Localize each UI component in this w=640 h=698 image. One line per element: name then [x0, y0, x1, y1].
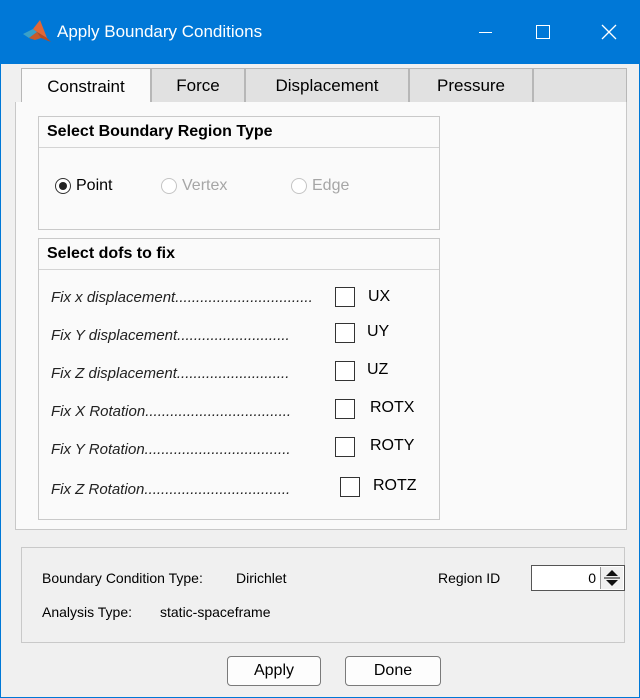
dofs-title: Select dofs to fix	[39, 239, 439, 270]
radio-vertex-indicator	[161, 178, 177, 194]
dof-name-rotz: ROTZ	[373, 477, 417, 494]
dof-name-rotx: ROTX	[370, 399, 415, 416]
dof-row-uz: Fix Z displacement......................…	[51, 361, 431, 385]
tab-constraint[interactable]: Constraint	[21, 68, 151, 104]
bc-type-value: Dirichlet	[236, 570, 287, 586]
done-button[interactable]: Done	[345, 656, 441, 686]
region-id-value: 0	[588, 570, 596, 586]
analysis-type-value: static-spaceframe	[160, 604, 271, 620]
dof-name-uy: UY	[367, 323, 390, 340]
dof-name-roty: ROTY	[370, 437, 415, 454]
radio-edge[interactable]: Edge	[291, 177, 349, 195]
dof-label-rotz: Fix Z Rotation..........................…	[51, 481, 291, 498]
minimize-icon	[478, 31, 492, 33]
radio-edge-indicator	[291, 178, 307, 194]
apply-button[interactable]: Apply	[227, 656, 321, 686]
tab-pressure[interactable]: Pressure	[409, 68, 533, 102]
radio-vertex[interactable]: Vertex	[161, 177, 227, 195]
matlab-logo-icon	[23, 20, 51, 42]
dof-row-rotx: Fix X Rotation..........................…	[51, 399, 431, 423]
region-id-spinner[interactable]: 0	[531, 565, 625, 591]
dof-row-roty: Fix Y Rotation..........................…	[51, 437, 431, 461]
checkbox-uy[interactable]	[335, 323, 355, 343]
dof-name-uz: UZ	[367, 361, 389, 378]
window-title: Apply Boundary Conditions	[57, 22, 263, 41]
dof-label-uz: Fix Z displacement......................…	[51, 365, 290, 382]
dofs-group: Select dofs to fix Fix x displacement...…	[38, 238, 440, 520]
checkbox-uz[interactable]	[335, 361, 355, 381]
radio-point-label: Point	[76, 177, 113, 194]
bc-type-label: Boundary Condition Type:	[42, 570, 203, 586]
analysis-type-label: Analysis Type:	[42, 604, 133, 620]
dof-label-roty: Fix Y Rotation..........................…	[51, 441, 291, 458]
dof-row-ux: Fix x displacement......................…	[51, 285, 431, 309]
radio-edge-label: Edge	[312, 177, 350, 194]
checkbox-ux[interactable]	[335, 287, 355, 307]
region-id-label: Region ID	[438, 570, 501, 586]
close-button[interactable]	[579, 0, 639, 64]
region-type-group: Select Boundary Region Type Point Vertex…	[38, 116, 440, 230]
minimize-button[interactable]	[455, 0, 515, 64]
checkbox-rotz[interactable]	[340, 477, 360, 497]
dof-label-rotx: Fix X Rotation..........................…	[51, 403, 292, 420]
dof-row-rotz: Fix Z Rotation..........................…	[51, 477, 431, 501]
radio-point-indicator	[55, 178, 71, 194]
close-icon	[601, 24, 617, 40]
dof-label-uy: Fix Y displacement......................…	[51, 327, 290, 344]
maximize-button[interactable]	[513, 0, 573, 64]
checkbox-rotx[interactable]	[335, 399, 355, 419]
radio-vertex-label: Vertex	[182, 177, 228, 194]
dof-row-uy: Fix Y displacement......................…	[51, 323, 431, 347]
tab-displacement[interactable]: Displacement	[245, 68, 409, 102]
spinner-arrows-icon	[604, 570, 620, 586]
checkbox-roty[interactable]	[335, 437, 355, 457]
region-type-title: Select Boundary Region Type	[39, 117, 439, 148]
tab-bar-filler	[533, 68, 627, 102]
tab-force[interactable]: Force	[151, 68, 245, 102]
dof-label-ux: Fix x displacement......................…	[51, 289, 313, 306]
dialog-window: Apply Boundary Conditions Constraint For…	[0, 0, 640, 698]
title-bar[interactable]: Apply Boundary Conditions	[1, 0, 640, 64]
radio-point[interactable]: Point	[55, 177, 112, 195]
info-panel: Boundary Condition Type: Dirichlet Analy…	[21, 547, 625, 643]
constraint-tab-panel: Select Boundary Region Type Point Vertex…	[15, 102, 627, 530]
spinner-arrows[interactable]	[600, 567, 623, 589]
maximize-icon	[536, 25, 550, 39]
tab-bar: Constraint Force Displacement Pressure	[15, 68, 627, 104]
dof-name-ux: UX	[368, 288, 391, 305]
